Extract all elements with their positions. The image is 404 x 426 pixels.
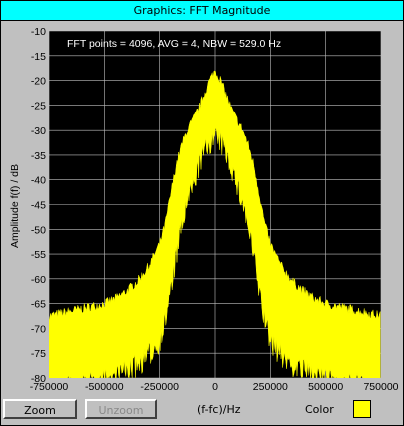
y-tick-label: -55 [31, 249, 46, 261]
y-tick-label: -70 [31, 323, 46, 335]
y-tick-label: -45 [31, 200, 46, 212]
y-tick-label: -50 [31, 224, 46, 236]
window-title[interactable]: Graphics: FFT Magnitude [1, 1, 403, 21]
y-tick-label: -10 [31, 26, 46, 38]
color-swatch[interactable] [353, 400, 371, 418]
x-tick-labels: -750000 -500000 -250000 0 250000 500000 750000 [30, 381, 399, 393]
fft-plot-area: -10 -15 -20 -25 -30 -35 -40 -45 -50 -55 -60 -65 -70 -… [1, 21, 403, 396]
y-tick-label: -30 [31, 125, 46, 137]
x-tick-label: 750000 [363, 381, 398, 393]
x-tick-label: 250000 [253, 381, 288, 393]
x-tick-label: -750000 [30, 381, 69, 393]
y-tick-label: -25 [31, 100, 46, 112]
fft-annotation: FFT points = 4096, AVG = 4, NBW = 529.0 … [67, 38, 281, 50]
unzoom-button[interactable]: Unzoom [85, 399, 157, 419]
y-tick-label: -15 [31, 51, 46, 63]
y-tick-label: -60 [31, 274, 46, 286]
zoom-button[interactable]: Zoom [3, 399, 77, 419]
y-tick-label: -65 [31, 299, 46, 311]
fft-chart: -10 -15 -20 -25 -30 -35 -40 -45 -50 -55 -60 -65 -70 -… [9, 26, 399, 393]
x-tick-label: -500000 [85, 381, 124, 393]
y-tick-label: -75 [31, 348, 46, 360]
x-tick-label: 0 [212, 381, 218, 393]
y-tick-label: -40 [31, 175, 46, 187]
y-tick-labels: -10 -15 -20 -25 -30 -35 -40 -45 -50 -55 -60 -65 -70 -… [31, 26, 46, 385]
color-label: Color [305, 403, 334, 416]
x-tick-label: 500000 [308, 381, 343, 393]
x-axis-label: (f-fc)/Hz [197, 403, 241, 416]
y-tick-label: -20 [31, 76, 46, 88]
y-axis-label: Amplitude f(f) / dB [9, 164, 21, 248]
x-tick-label: -250000 [140, 381, 179, 393]
fft-window: Graphics: FFT Magnitude -10 -15 -20 -25 -30-… [0, 0, 404, 426]
y-tick-label: -35 [31, 150, 46, 162]
